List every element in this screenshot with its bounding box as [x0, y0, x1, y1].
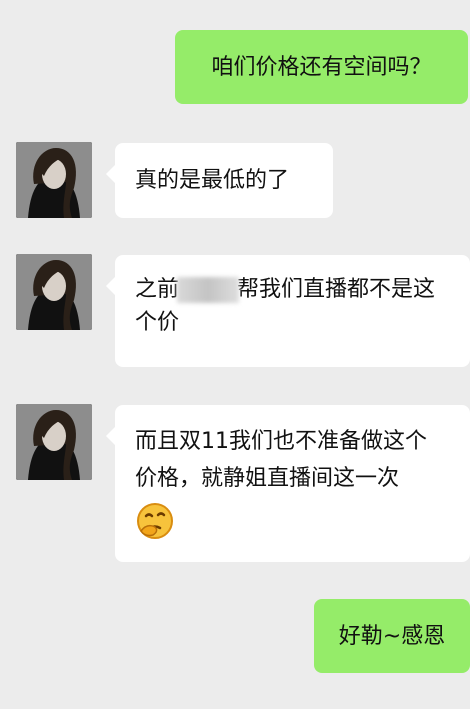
message-line: 价格，就静姐直播间这一次	[135, 466, 400, 491]
avatar[interactable]	[16, 404, 92, 480]
avatar-portrait-icon	[16, 142, 92, 218]
message-line: 而且双11我们也不准备做这个	[135, 429, 427, 454]
message-text: 之前	[135, 277, 180, 302]
avatar[interactable]	[16, 254, 92, 330]
message-text: 咱们价格还有空间吗？	[211, 54, 432, 80]
message-line: 个价	[135, 310, 180, 335]
message-text: 帮我们直播都不是这	[237, 277, 436, 302]
message-bubble-incoming[interactable]: 真的是最低的了	[106, 143, 333, 218]
redacted-text	[177, 277, 240, 303]
message-bubble-outgoing[interactable]: 好勒~感恩	[314, 599, 470, 673]
avatar-portrait-icon	[16, 404, 92, 480]
thinking-face-emoji	[137, 503, 173, 539]
message-text: 好勒~感恩	[338, 623, 446, 649]
message-text: 真的是最低的了	[135, 168, 290, 193]
message-bubble-incoming[interactable]: 之前 帮我们直播都不是这 个价	[106, 255, 470, 367]
avatar-portrait-icon	[16, 254, 92, 330]
message-bubble-outgoing[interactable]: 咱们价格还有空间吗？	[175, 30, 468, 104]
message-bubble-incoming[interactable]: 而且双11我们也不准备做这个 价格，就静姐直播间这一次	[106, 405, 470, 562]
avatar[interactable]	[16, 142, 92, 218]
message-line: 之前 帮我们直播都不是这	[135, 273, 450, 306]
